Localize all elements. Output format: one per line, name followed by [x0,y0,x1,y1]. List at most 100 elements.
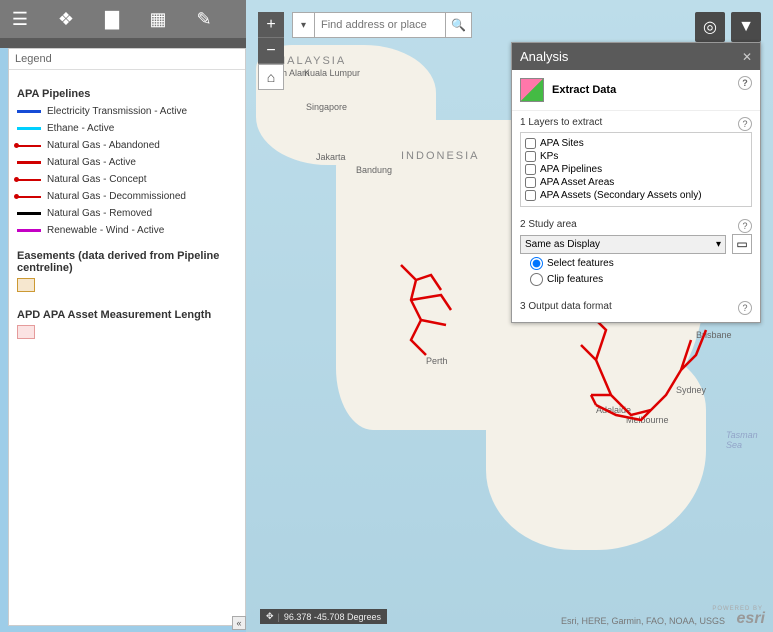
home-button[interactable]: ⌂ [258,64,284,90]
easement-swatch [17,278,35,292]
layer-checkbox-row[interactable]: APA Asset Areas [525,176,747,189]
coordinates-display[interactable]: ✥ | 96.378 -45.708 Degrees [260,609,387,624]
city-label: Bandung [356,165,392,175]
legend-label: Natural Gas - Active [47,157,136,168]
country-label: MALAYSIA [276,55,346,67]
coords-value: 96.378 -45.708 Degrees [284,612,381,622]
legend-swatch [17,212,41,215]
legend-label: Natural Gas - Abandoned [47,140,160,151]
legend-label: Electricity Transmission - Active [47,106,187,117]
city-label: Melbourne [626,415,669,425]
legend-item: Natural Gas - Active [17,157,237,168]
study-area-select[interactable]: Same as Display ▾ [520,235,726,254]
layer-checkbox[interactable] [525,151,536,162]
analysis-header: Analysis ✕ [512,43,760,70]
legend-swatch [17,229,41,232]
legend-item: Natural Gas - Decommissioned [17,191,237,202]
search-input[interactable] [315,13,445,37]
sidebar-title-strip [0,38,246,48]
analysis-panel: Analysis ✕ Extract Data ? 1 Layers to ex… [511,42,761,323]
analysis-tool-row: Extract Data ? [512,70,760,111]
basemap-icon[interactable]: ▦ [146,7,170,31]
help-icon[interactable]: ? [738,301,752,315]
collapse-sidebar-icon[interactable]: « [232,616,246,630]
layer-checkbox-row[interactable]: APA Sites [525,137,747,150]
layer-list[interactable]: APA SitesKPs APA Pipelines APA Asset Areas… [520,132,752,207]
extract-data-icon [520,78,544,102]
legend-label: Natural Gas - Removed [47,208,152,219]
radio-select-features[interactable]: Select features [530,257,752,270]
legend-label: Renewable - Wind - Active [47,225,164,236]
legend-swatch [17,161,41,164]
layer-checkbox[interactable] [525,138,536,149]
top-toolbar: ☰ ❖ ▇ ▦ ✎ [0,0,246,38]
legend-item: Ethane - Active [17,123,237,134]
city-label: Jakarta [316,152,346,162]
study-area-value: Same as Display [525,239,600,250]
legend-group-title: APA Pipelines [17,88,237,100]
coords-toggle-icon[interactable]: ✥ [266,611,274,622]
help-icon[interactable]: ? [738,76,752,90]
edit-icon[interactable]: ✎ [192,7,216,31]
analysis-section-study: 2 Study area ? Same as Display ▾ ▭ Selec… [512,213,760,295]
legend-body: APA Pipelines Electricity Transmission -… [9,70,245,622]
section-title: 1 Layers to extract [520,117,752,128]
legend-swatch [17,127,41,130]
layer-label: APA Asset Areas [540,177,614,188]
city-label: Adelaide [596,405,631,415]
analysis-title: Analysis [520,49,568,64]
bookmark-icon[interactable]: ▇ [100,7,124,31]
legend-panel: Legend APA Pipelines Electricity Transmi… [8,48,246,626]
analysis-tool-label: Extract Data [552,84,616,96]
legend-swatch [17,179,41,181]
legend-item: Renewable - Wind - Active [17,225,237,236]
legend-swatch [17,110,41,113]
layer-label: KPs [540,151,558,162]
legend-item: Natural Gas - Concept [17,174,237,185]
search-submit-button[interactable]: 🔍 [445,13,471,37]
legend-label: Natural Gas - Decommissioned [47,191,186,202]
layer-label: APA Pipelines [540,164,602,175]
legend-item: Electricity Transmission - Active [17,106,237,117]
section-title: 3 Output data format [520,301,752,312]
legend-icon[interactable]: ☰ [8,7,32,31]
esri-logo: esri [737,610,765,628]
filter-tool-button[interactable]: ▼ [731,12,761,42]
apd-swatch [17,325,35,339]
search-bar: ▾ 🔍 [292,12,472,38]
zoom-in-button[interactable]: + [258,12,284,38]
map-credits: Esri, HERE, Garmin, FAO, NOAA, USGS [561,616,725,626]
close-icon[interactable]: ✕ [742,50,752,64]
legend-swatch [17,196,41,198]
search-source-dropdown[interactable]: ▾ [293,13,315,37]
target-tool-button[interactable]: ◎ [695,12,725,42]
country-label: INDONESIA [401,150,480,162]
layer-checkbox[interactable] [525,177,536,188]
layer-checkbox-row[interactable]: APA Assets (Secondary Assets only) [525,189,747,202]
layer-checkbox[interactable] [525,190,536,201]
legend-group-apd: APD APA Asset Measurement Length [17,309,237,321]
city-label: Singapore [306,102,347,112]
legend-group-easements: Easements (data derived from Pipeline ce… [17,250,237,274]
legend-item: Natural Gas - Removed [17,208,237,219]
chevron-down-icon: ▾ [716,239,721,250]
layers-icon[interactable]: ❖ [54,7,78,31]
legend-header: Legend [9,49,245,70]
map-canvas[interactable]: MALAYSIA Shah Alam Kuala Lumpur Singapor… [246,0,773,632]
legend-item: Natural Gas - Abandoned [17,140,237,151]
layer-checkbox[interactable] [525,164,536,175]
draw-area-button[interactable]: ▭ [732,234,752,254]
radio-clip-features[interactable]: Clip features [530,273,752,286]
help-icon[interactable]: ? [738,117,752,131]
layer-checkbox-row[interactable]: APA Pipelines [525,163,747,176]
help-icon[interactable]: ? [738,219,752,233]
right-tools: ◎ ▼ [695,12,761,42]
city-label: Sydney [676,385,706,395]
city-label: Brisbane [696,330,732,340]
sea-label: Tasman Sea [726,430,773,450]
layer-checkbox-row[interactable]: KPs [525,150,747,163]
landmass [486,350,706,550]
section-title: 2 Study area [520,219,752,230]
zoom-out-button[interactable]: − [258,38,284,64]
city-label: Kuala Lumpur [304,68,360,78]
